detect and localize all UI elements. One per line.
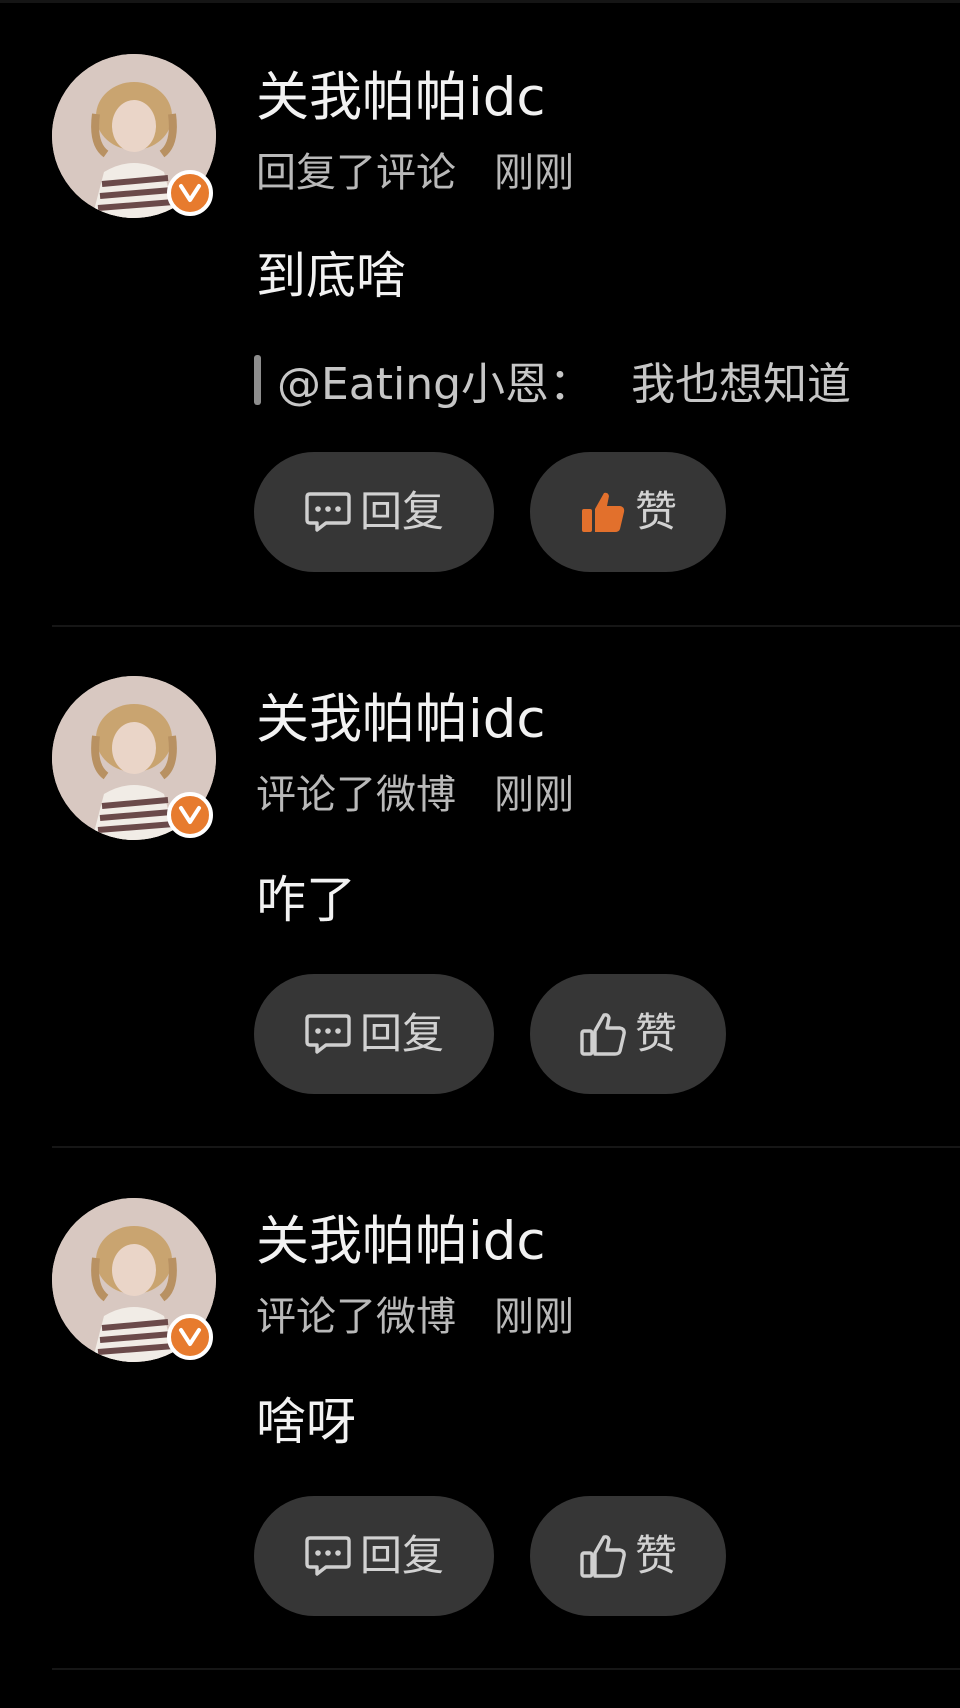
username[interactable]: 关我帕帕idc xyxy=(256,66,546,130)
reply-label: 回复 xyxy=(359,487,444,536)
divider xyxy=(52,1668,960,1670)
comment-icon xyxy=(304,1012,352,1056)
like-label: 赞 xyxy=(634,1531,677,1580)
verified-badge-icon xyxy=(167,170,213,216)
username[interactable]: 关我帕帕idc xyxy=(256,1210,546,1274)
comment-meta: 回复了评论 刚刚 xyxy=(256,149,574,197)
timestamp: 刚刚 xyxy=(494,772,574,818)
like-label: 赞 xyxy=(634,487,677,536)
divider xyxy=(52,1146,960,1148)
comment-feed: 关我帕帕idc 回复了评论 刚刚 到底啥 @Eating小恩： 我也想知道 回复 … xyxy=(0,0,960,1708)
timestamp: 刚刚 xyxy=(494,150,574,196)
top-divider xyxy=(0,0,960,3)
timestamp: 刚刚 xyxy=(494,1294,574,1340)
username[interactable]: 关我帕帕idc xyxy=(256,688,546,752)
quote-bar xyxy=(254,355,261,405)
quote-user[interactable]: @Eating小恩： xyxy=(277,348,593,412)
thumbs-up-filled-icon xyxy=(579,489,627,535)
quote-text: 我也想知道 xyxy=(631,359,852,410)
verified-badge-icon xyxy=(167,792,213,838)
verified-badge-icon xyxy=(167,1314,213,1360)
action-text: 评论了微博 xyxy=(256,772,456,818)
comment-meta: 评论了微博 刚刚 xyxy=(256,771,574,819)
divider xyxy=(52,625,960,627)
reply-button[interactable]: 回复 xyxy=(254,452,494,572)
quoted-comment[interactable]: @Eating小恩： 我也想知道 xyxy=(254,352,851,410)
reply-button[interactable]: 回复 xyxy=(254,974,494,1094)
thumbs-up-icon xyxy=(579,1011,627,1057)
action-text: 评论了微博 xyxy=(256,1294,456,1340)
action-text: 回复了评论 xyxy=(256,150,456,196)
comment-meta: 评论了微博 刚刚 xyxy=(256,1293,574,1341)
like-button[interactable]: 赞 xyxy=(530,974,726,1094)
comment-icon xyxy=(304,1534,352,1578)
thumbs-up-icon xyxy=(579,1533,627,1579)
reply-label: 回复 xyxy=(359,1531,444,1580)
reply-button[interactable]: 回复 xyxy=(254,1496,494,1616)
like-label: 赞 xyxy=(634,1009,677,1058)
like-button[interactable]: 赞 xyxy=(530,452,726,572)
comment-icon xyxy=(304,490,352,534)
comment-text: 啥呀 xyxy=(256,1393,356,1451)
comment-text: 咋了 xyxy=(256,871,356,929)
comment-text: 到底啥 xyxy=(256,247,406,305)
like-button[interactable]: 赞 xyxy=(530,1496,726,1616)
reply-label: 回复 xyxy=(359,1009,444,1058)
